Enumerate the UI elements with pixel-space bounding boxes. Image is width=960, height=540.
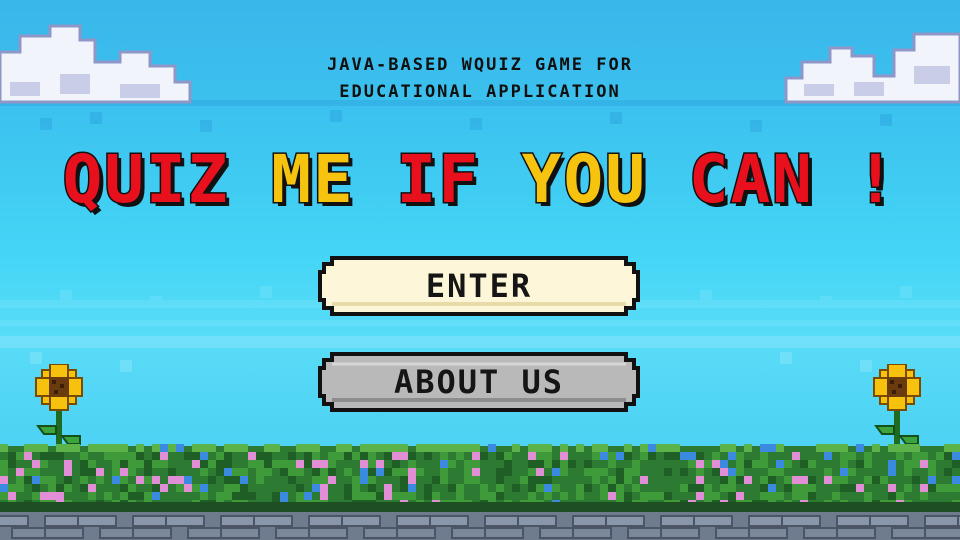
title-word: QUIZ (61, 140, 230, 220)
title-word: CAN (687, 140, 814, 220)
about-us-button-label: ABOUT US (393, 363, 565, 401)
title-word: ! (854, 140, 898, 220)
title-word: YOU (520, 140, 647, 220)
game-title: QUIZ ME IF YOU CAN ! (0, 140, 960, 220)
title-word: ME (270, 140, 355, 220)
game-screen: JAVA-BASED WQUIZ GAME FOR EDUCATIONAL AP… (0, 0, 960, 540)
enter-button[interactable]: ENTER (318, 256, 640, 316)
enter-button-label: ENTER (425, 267, 533, 305)
subtitle: JAVA-BASED WQUIZ GAME FOR EDUCATIONAL AP… (0, 52, 960, 106)
subtitle-line-2: EDUCATIONAL APPLICATION (339, 82, 621, 102)
ground (0, 444, 960, 540)
subtitle-line-1: JAVA-BASED WQUIZ GAME FOR (327, 55, 633, 75)
title-word: IF (395, 140, 480, 220)
about-us-button[interactable]: ABOUT US (318, 352, 640, 412)
